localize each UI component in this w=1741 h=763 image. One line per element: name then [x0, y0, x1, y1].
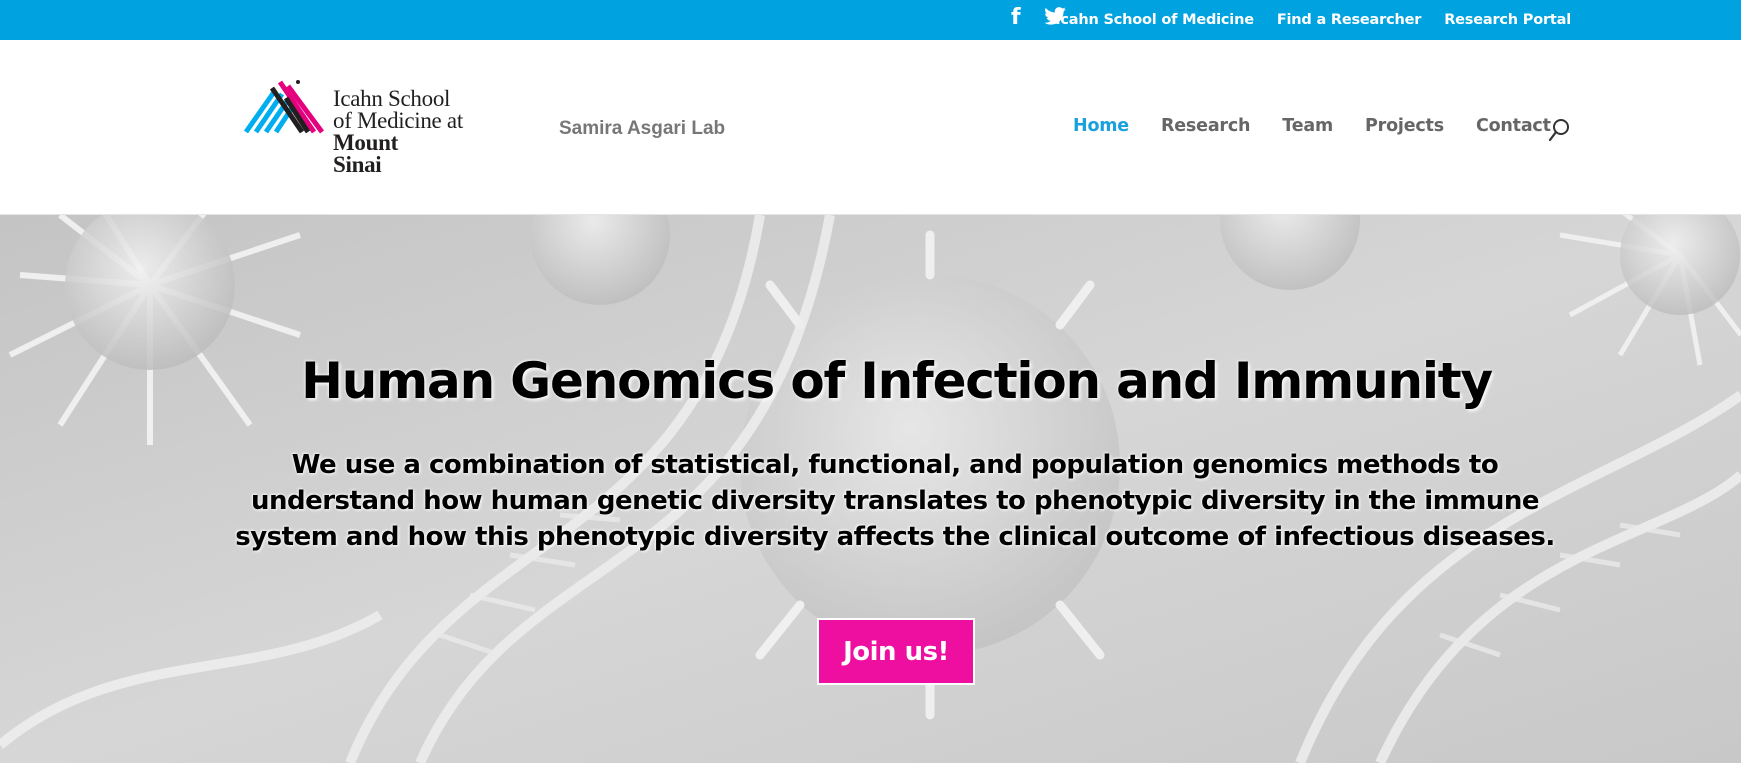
top-link-research-portal[interactable]: Research Portal	[1444, 12, 1571, 28]
main-nav: Home Research Team Projects Contact	[1073, 116, 1551, 136]
nav-item-home[interactable]: Home	[1073, 116, 1129, 136]
nav-item-team[interactable]: Team	[1282, 116, 1333, 136]
nav-item-contact[interactable]: Contact	[1476, 116, 1551, 136]
logo-line: Mount	[333, 130, 398, 155]
nav-item-research[interactable]: Research	[1161, 116, 1251, 136]
nav-item-projects[interactable]: Projects	[1365, 116, 1444, 136]
top-link-icahn-school[interactable]: Icahn School of Medicine	[1055, 12, 1254, 28]
hero-description: We use a combination of statistical, fun…	[235, 450, 1555, 552]
mount-sinai-logo-mark	[243, 80, 325, 134]
top-bar: f Icahn School of Medicine Find a Resear…	[0, 0, 1741, 40]
join-us-button[interactable]: Join us!	[817, 618, 975, 685]
search-icon[interactable]	[1548, 118, 1572, 144]
facebook-icon[interactable]: f	[1011, 6, 1021, 30]
site-header: Icahn School of Medicine at Mount Sinai …	[0, 40, 1741, 215]
logo-line: Icahn School	[333, 86, 451, 111]
logo-wordmark: Icahn School of Medicine at Mount Sinai	[333, 86, 463, 177]
top-link-find-researcher[interactable]: Find a Researcher	[1277, 12, 1422, 28]
site-logo[interactable]: Icahn School of Medicine at Mount Sinai	[242, 76, 492, 180]
hero-title: Human Genomics of Infection and Immunity	[301, 352, 1493, 410]
top-links: Icahn School of Medicine Find a Research…	[1055, 0, 1571, 40]
logo-line: Sinai	[333, 152, 382, 177]
hero-section: Human Genomics of Infection and Immunity…	[0, 215, 1741, 763]
logo-line: of Medicine at	[333, 108, 463, 133]
lab-name: Samira Asgari Lab	[559, 118, 726, 139]
